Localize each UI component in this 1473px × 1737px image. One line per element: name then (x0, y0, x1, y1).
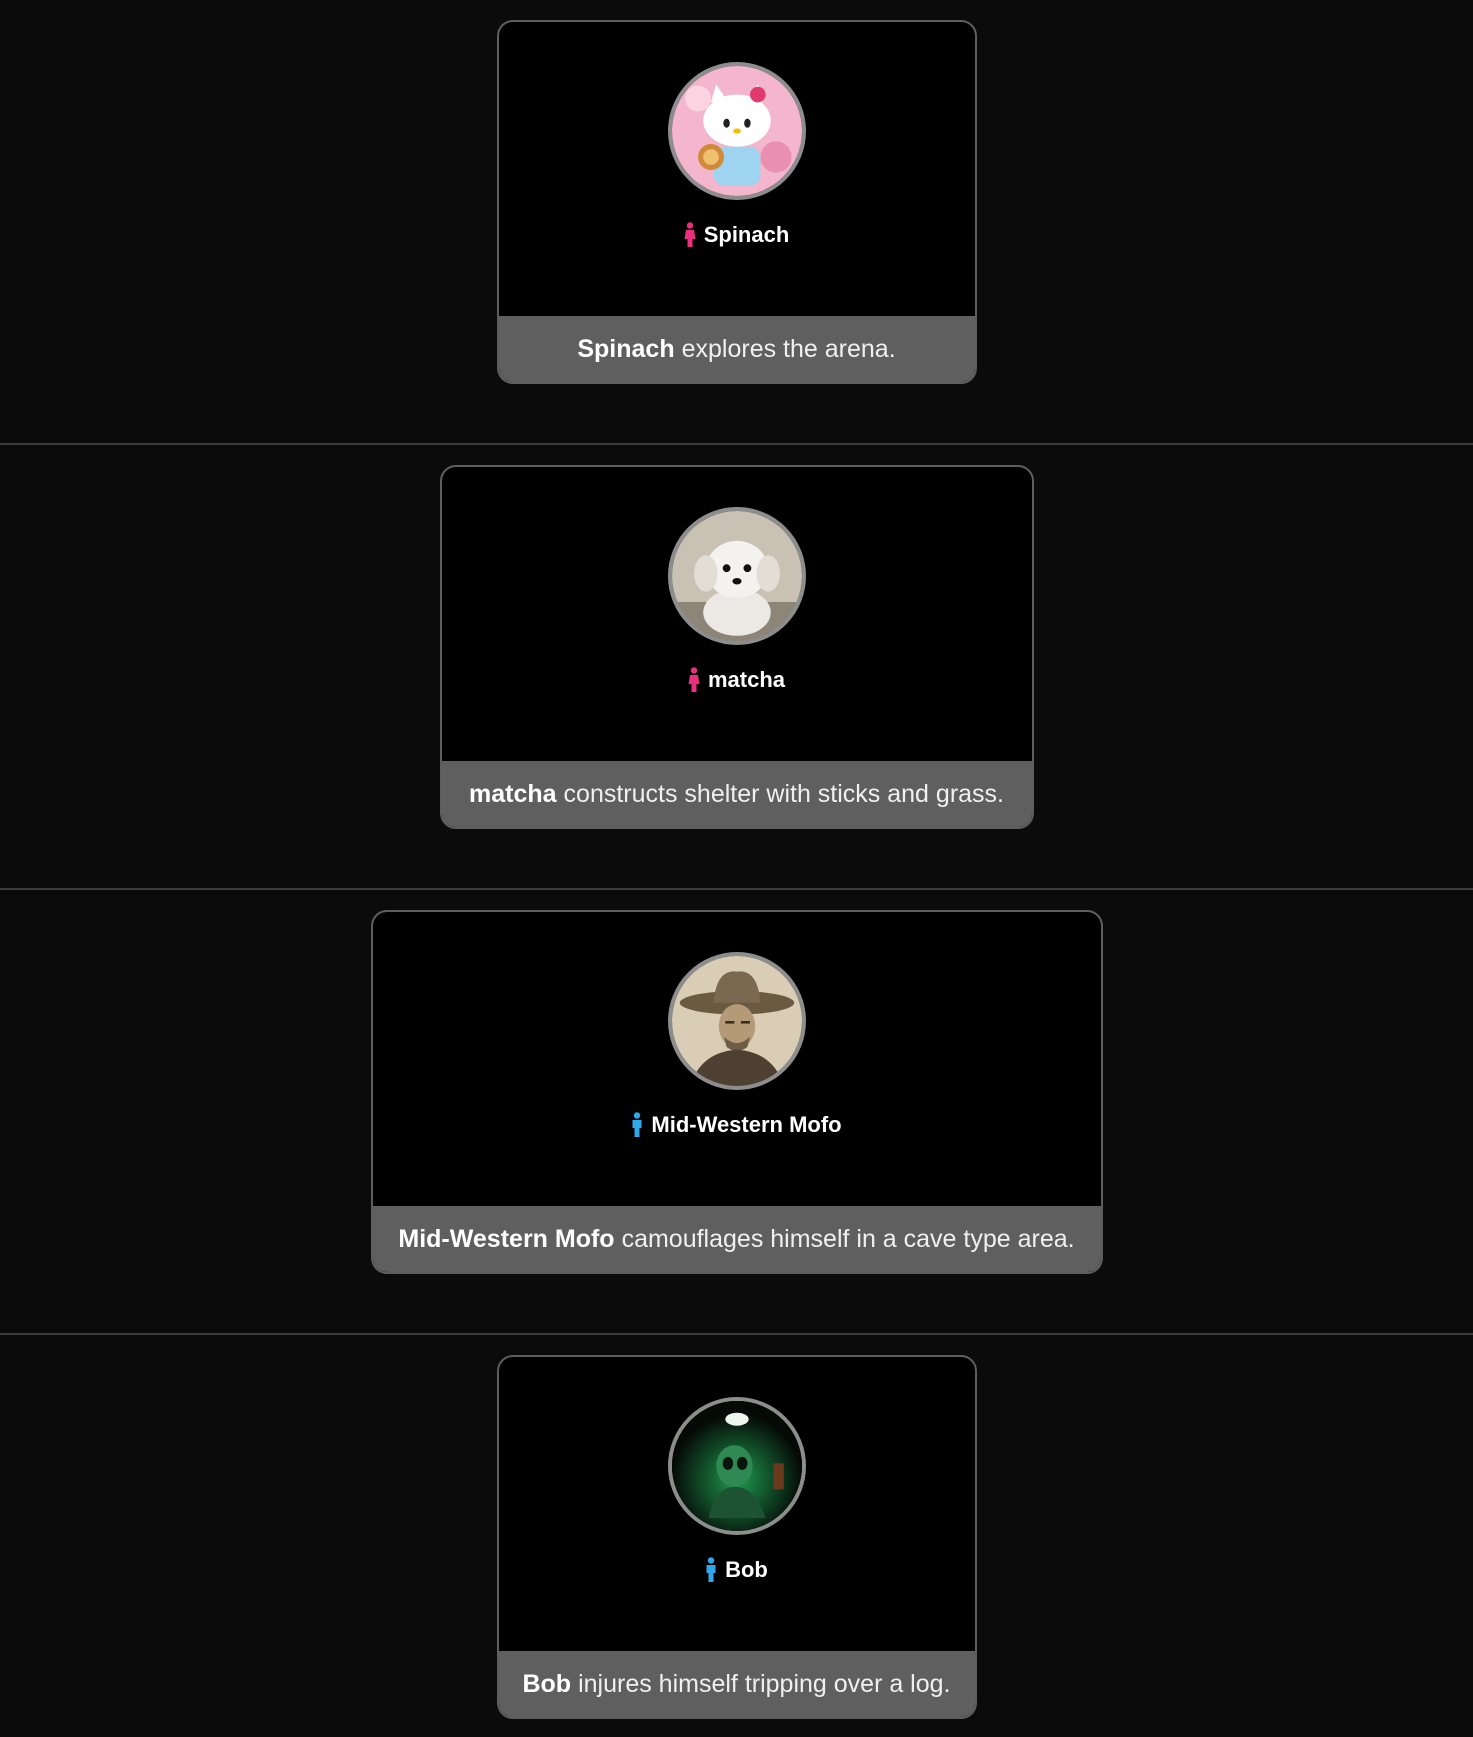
green-skull-avatar-icon (671, 1401, 802, 1531)
female-gender-icon (688, 667, 700, 693)
event-description: Spinach explores the arena. (498, 316, 975, 382)
event-action-text: injures himself tripping over a log. (578, 1669, 951, 1698)
tribute-name: Bob (725, 1557, 768, 1582)
event-action-text: constructs shelter with sticks and grass… (563, 779, 1004, 808)
event-row: Mid-Western Mofo Mid-Western Mofo camouf… (0, 890, 1473, 1335)
male-gender-icon (705, 1557, 717, 1583)
male-gender-icon (631, 1112, 643, 1138)
puppy-avatar-icon (671, 511, 802, 641)
tribute-avatar (667, 952, 806, 1090)
event-tribute-name: Bob (522, 1669, 572, 1698)
event-card: Mid-Western Mofo Mid-Western Mofo camouf… (370, 910, 1103, 1274)
tribute-avatar (667, 1397, 806, 1535)
event-tribute-name: matcha (469, 779, 557, 808)
cowboy-avatar-icon (671, 956, 802, 1086)
hello-kitty-avatar-icon (671, 66, 802, 196)
card-header: Spinach (499, 22, 975, 316)
female-gender-icon (684, 222, 696, 248)
tribute-avatar (667, 507, 806, 645)
event-description: Mid-Western Mofo camouflages himself in … (372, 1206, 1101, 1272)
event-feed: Spinach Spinach explores the arena. matc… (0, 0, 1473, 1737)
tribute-name: matcha (707, 667, 786, 692)
tribute-name: Mid-Western Mofo (651, 1112, 842, 1137)
event-row: matcha matcha constructs shelter with st… (0, 445, 1473, 890)
event-tribute-name: Spinach (577, 334, 675, 363)
tribute-name: Spinach (703, 222, 790, 247)
tribute-name-line: matcha (688, 667, 785, 693)
event-card: Spinach Spinach explores the arena. (496, 20, 977, 384)
tribute-avatar (667, 62, 806, 200)
event-description: Bob injures himself tripping over a log. (498, 1651, 975, 1717)
event-action-text: camouflages himself in a cave type area. (621, 1224, 1075, 1253)
event-card: matcha matcha constructs shelter with st… (439, 465, 1034, 829)
event-tribute-name: Mid-Western Mofo (398, 1224, 615, 1253)
tribute-name-line: Spinach (684, 222, 790, 248)
event-action-text: explores the arena. (681, 334, 896, 363)
tribute-name-line: Bob (705, 1557, 768, 1583)
event-description: matcha constructs shelter with sticks an… (441, 761, 1032, 827)
card-header: Bob (499, 1357, 975, 1651)
card-header: Mid-Western Mofo (373, 912, 1101, 1206)
card-header: matcha (442, 467, 1032, 761)
event-row: Spinach Spinach explores the arena. (0, 0, 1473, 445)
tribute-name-line: Mid-Western Mofo (631, 1112, 842, 1138)
event-row: Bob Bob injures himself tripping over a … (0, 1335, 1473, 1737)
event-card: Bob Bob injures himself tripping over a … (496, 1355, 977, 1719)
